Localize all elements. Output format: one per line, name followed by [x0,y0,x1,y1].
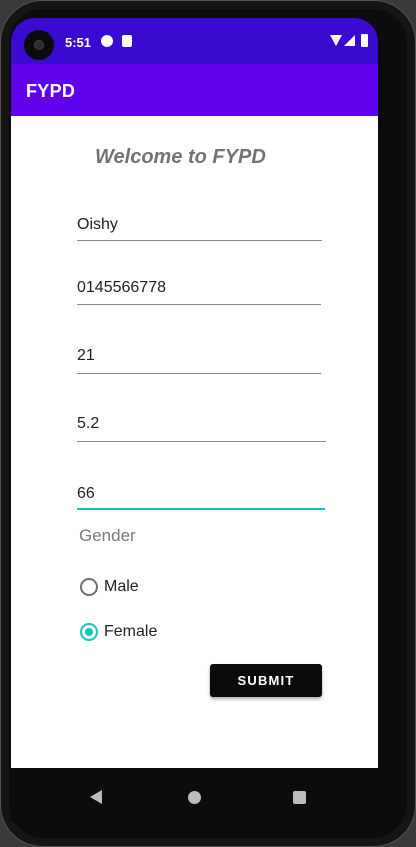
phone-frame: 5:51 FYPD Welcome to FYPD Oishy 01455667… [0,0,416,847]
recents-icon[interactable] [293,791,306,804]
field-underline [77,373,321,374]
phone-field[interactable]: 0145566778 [77,273,321,305]
main-content: Welcome to FYPD Oishy 0145566778 21 5.2 … [11,116,378,768]
height-field[interactable]: 5.2 [77,409,326,442]
name-field[interactable]: Oishy [77,210,322,242]
back-icon[interactable] [90,790,102,804]
gender-label: Gender [79,526,136,545]
sd-card-icon [122,35,132,47]
weight-field-value: 66 [77,485,95,502]
radio-male[interactable]: Male [80,578,170,600]
radio-checked-icon[interactable] [80,623,98,641]
phone-field-value: 0145566778 [77,279,166,296]
home-icon[interactable] [188,791,201,804]
age-field-value: 21 [77,347,95,364]
height-field-value: 5.2 [77,415,100,432]
field-underline-focused [77,508,325,510]
submit-button[interactable]: SUBMIT [210,664,322,697]
battery-icon [361,34,368,47]
field-underline [77,441,326,442]
signal-icon [344,35,355,46]
welcome-heading: Welcome to FYPD [95,146,266,168]
app-title: FYPD [26,81,76,101]
radio-male-label: Male [104,578,139,595]
field-underline [77,240,322,241]
name-field-value: Oishy [77,216,118,233]
weight-field[interactable]: 66 [77,479,325,511]
age-field[interactable]: 21 [77,341,321,374]
notification-icon [101,35,113,47]
radio-female[interactable]: Female [80,623,180,645]
camera-icon [24,30,54,60]
radio-female-label: Female [104,623,158,640]
status-time: 5:51 [65,35,92,50]
wifi-icon [330,35,342,46]
app-bar: FYPD [11,64,378,116]
field-underline [77,304,321,305]
navigation-bar [11,768,378,822]
radio-unchecked-icon[interactable] [80,578,98,596]
